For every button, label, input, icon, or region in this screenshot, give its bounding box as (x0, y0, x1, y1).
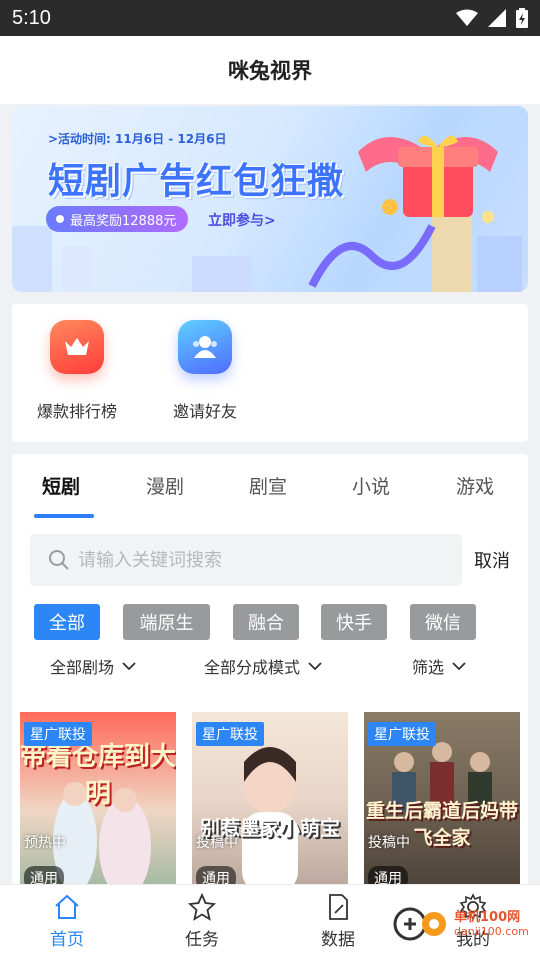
tab-drama-promo[interactable]: 剧宣 (249, 472, 287, 499)
gift-box-icon (358, 135, 498, 223)
wifi-icon (456, 9, 478, 26)
card-kind: 通用 (368, 866, 408, 886)
watermark-line2: danji100.com (454, 924, 529, 938)
card-kind: 通用 (24, 866, 64, 886)
battery-icon (516, 8, 528, 28)
chip-wechat[interactable]: 微信 (410, 604, 476, 640)
shortcut-panel: 爆款排行榜 邀请好友 (12, 304, 528, 442)
watermark-text: 单机100网 danji100.com (454, 909, 529, 938)
drama-list-panel: 短剧 漫剧 剧宣 小说 游戏 取消 全部 端原生 融合 快手 微信 全部剧场 全… (12, 454, 528, 886)
users-icon (178, 320, 232, 374)
chip-all[interactable]: 全部 (34, 604, 100, 640)
nav-home[interactable]: 首页 (22, 893, 112, 950)
nav-label: 数据 (321, 930, 355, 950)
tab-game[interactable]: 游戏 (456, 472, 494, 499)
poster-title: 带着仓库到大明 (20, 742, 176, 809)
app-header: 咪兔视界 (0, 36, 540, 104)
data-icon (329, 894, 348, 920)
promo-banner[interactable]: >活动时间: 11月6日 - 12月6日 短剧广告红包狂撒 最高奖励12888元… (12, 106, 528, 292)
filter-label: 全部剧场 (50, 658, 115, 677)
drama-card[interactable]: 带着仓库到大明 星广联投 预热中 通用 (20, 712, 176, 886)
card-state: 投稿中 (196, 835, 238, 851)
home-icon (55, 894, 79, 919)
drama-card[interactable]: 重生后霸道后妈带飞全家 星广联投 投稿中 通用 (364, 712, 520, 886)
search-input[interactable] (78, 549, 438, 571)
card-state: 预热中 (24, 835, 66, 851)
tab-novel[interactable]: 小说 (352, 472, 390, 499)
card-state: 投稿中 (368, 835, 410, 851)
signal-icon (488, 9, 506, 27)
filter-label: 筛选 (412, 658, 445, 677)
card-tag: 星广联投 (368, 722, 436, 746)
tab-comic-drama[interactable]: 漫剧 (146, 472, 184, 499)
banner-headline: 短剧广告红包狂撒 (48, 161, 345, 202)
shortcut-label: 邀请好友 (172, 402, 237, 421)
star-icon (188, 893, 216, 921)
drama-cards: 带着仓库到大明 星广联投 预热中 通用 别惹墨家小萌宝 星广联投 投稿中 通用 (20, 712, 520, 886)
banner-reward-text: 最高奖励12888元 (70, 213, 177, 229)
nav-label: 首页 (50, 930, 84, 950)
watermark-logo-icon (393, 907, 446, 941)
chevron-down-icon (452, 662, 466, 671)
filter-screen[interactable]: 筛选 (412, 654, 466, 678)
nav-data[interactable]: 数据 (293, 893, 383, 950)
drama-card[interactable]: 别惹墨家小萌宝 星广联投 投稿中 通用 (192, 712, 348, 886)
shortcut-label: 爆款排行榜 (36, 402, 117, 421)
nav-label: 任务 (185, 930, 219, 950)
crown-icon (50, 320, 104, 374)
shortcut-hot-ranking[interactable]: 爆款排行榜 (22, 320, 132, 422)
tab-short-drama[interactable]: 短剧 (42, 472, 80, 499)
filter-label: 全部分成模式 (204, 658, 301, 677)
chip-hybrid[interactable]: 融合 (233, 604, 299, 640)
chevron-down-icon (122, 662, 136, 671)
banner-activity-time: >活动时间: 11月6日 - 12月6日 (48, 132, 227, 146)
search-box (30, 534, 462, 586)
cancel-button[interactable]: 取消 (474, 547, 510, 573)
status-time: 5:10 (12, 6, 51, 29)
card-tag: 星广联投 (24, 722, 92, 746)
filter-row: 全部剧场 全部分成模式 筛选 (12, 654, 528, 684)
status-bar: 5:10 (0, 0, 540, 36)
banner-join-link[interactable]: 立即参与> (208, 210, 276, 230)
banner-reward-pill: 最高奖励12888元 (46, 206, 189, 232)
filter-theater[interactable]: 全部剧场 (50, 654, 136, 678)
watermark-line1: 单机100网 (454, 909, 521, 925)
chevron-down-icon (308, 662, 322, 671)
watermark: 单机100网 danji100.com (392, 906, 529, 942)
card-kind: 通用 (196, 866, 236, 886)
chip-kuaishou[interactable]: 快手 (321, 604, 387, 640)
dot-icon (56, 215, 64, 223)
search-icon (49, 550, 69, 570)
card-tag: 星广联投 (196, 722, 264, 746)
status-icons (456, 8, 528, 28)
page-title: 咪兔视界 (228, 59, 312, 83)
shortcut-invite-friends[interactable]: 邀请好友 (150, 320, 260, 422)
active-tab-indicator (34, 514, 94, 518)
filter-revenue-mode[interactable]: 全部分成模式 (204, 654, 322, 678)
nav-tasks[interactable]: 任务 (157, 893, 247, 950)
chip-native[interactable]: 端原生 (123, 604, 210, 640)
search-row: 取消 (30, 534, 510, 586)
